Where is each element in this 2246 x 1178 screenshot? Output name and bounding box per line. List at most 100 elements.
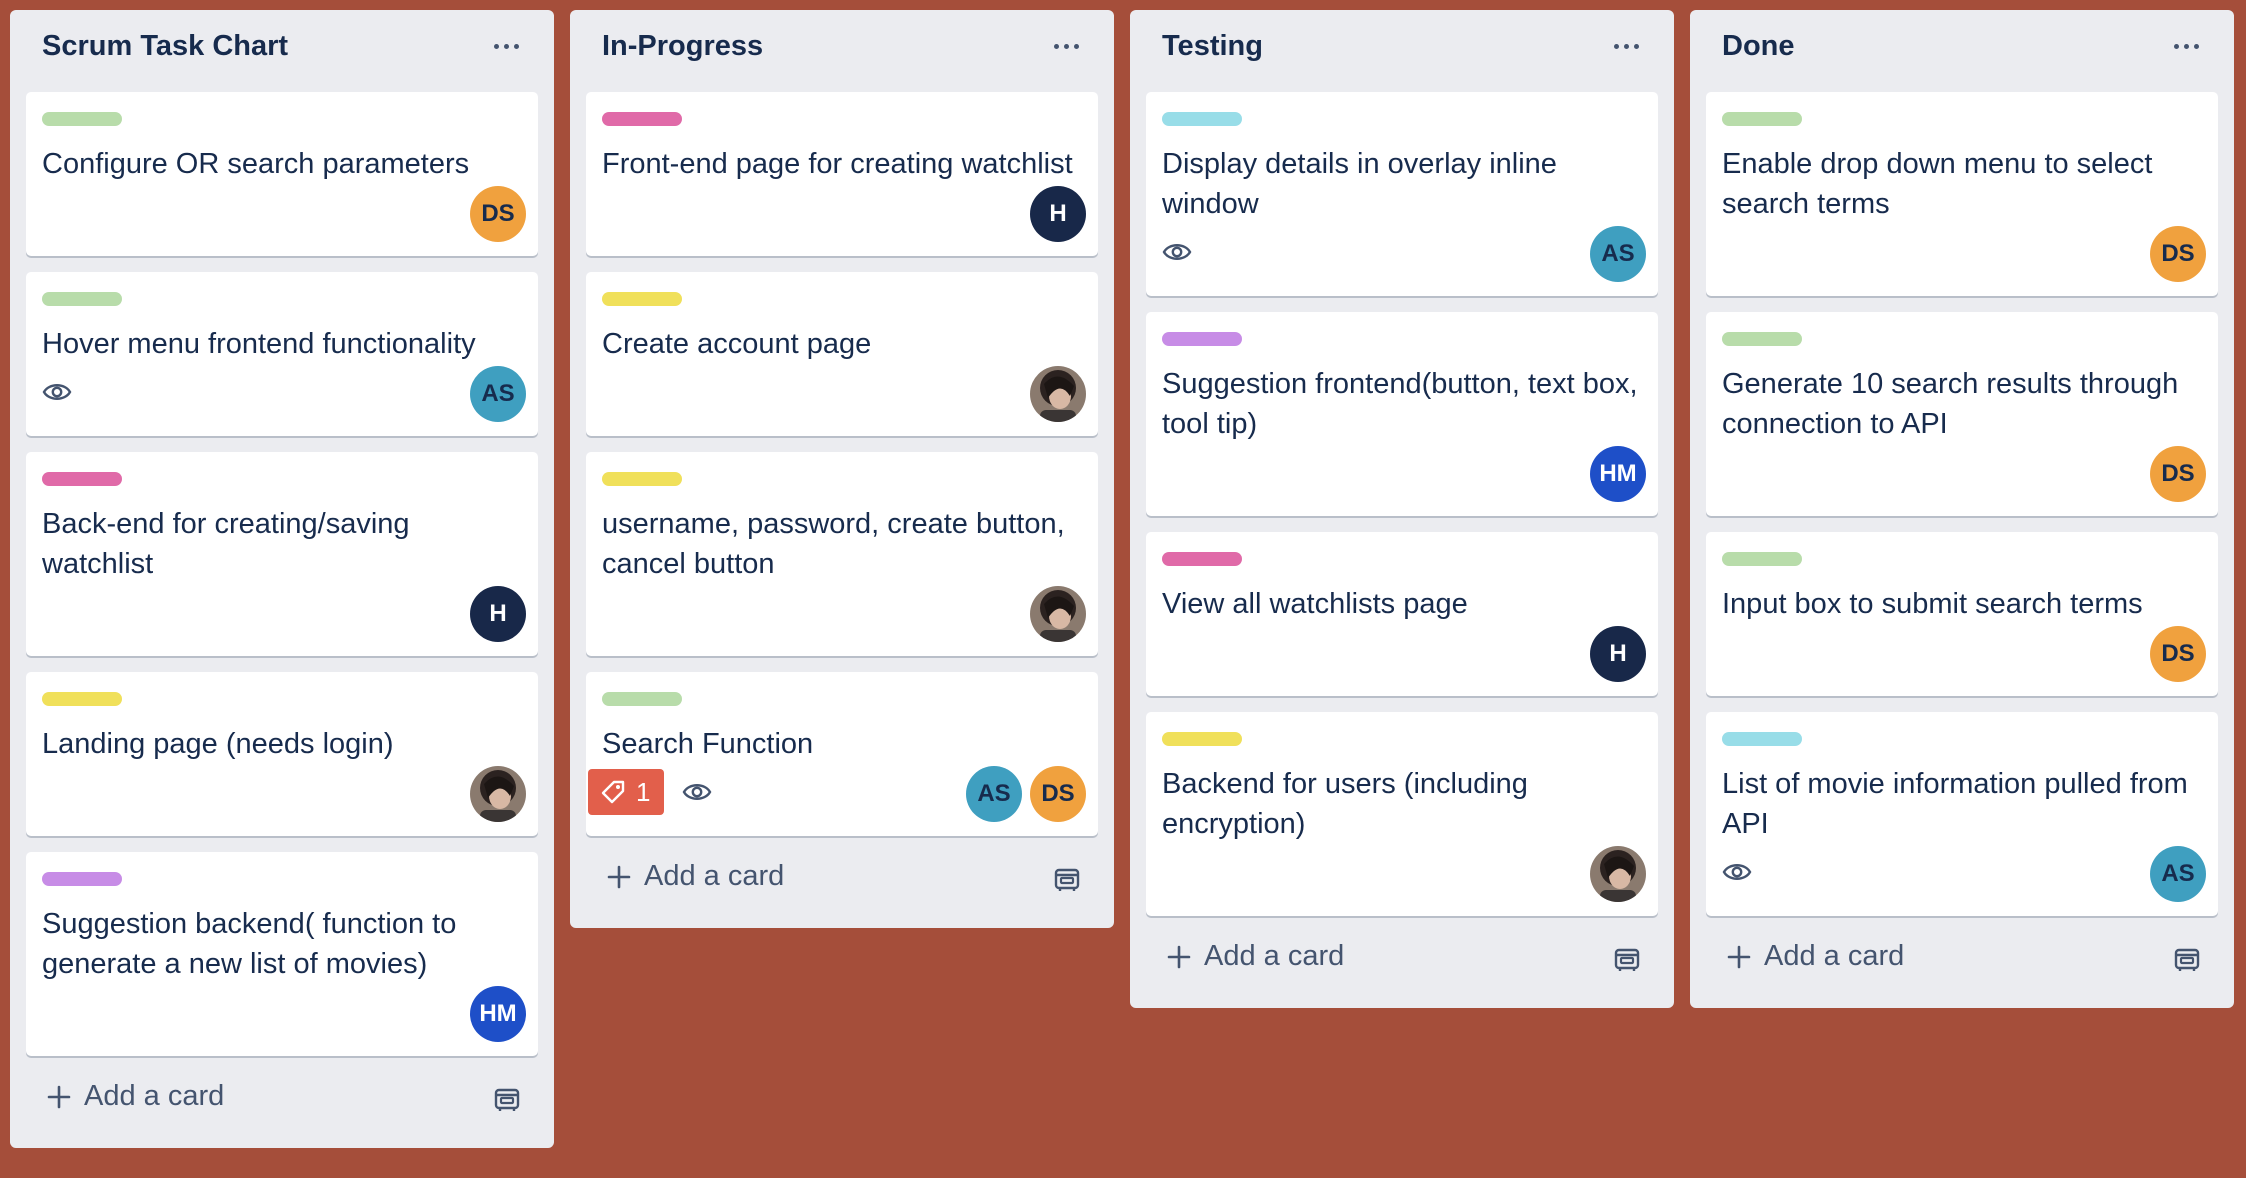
card[interactable]: Configure OR search parameters DS <box>26 92 538 256</box>
card-title: Create account page <box>602 328 872 360</box>
card-label[interactable] <box>602 112 682 126</box>
card-label[interactable] <box>42 872 122 886</box>
list-header: In-Progress <box>586 10 1098 92</box>
card-label[interactable] <box>1722 732 1802 746</box>
card[interactable]: Search Function 1 AS DS <box>586 672 1098 836</box>
list-testing: Testing Display details in overlay inline… <box>1130 10 1674 1008</box>
add-card-button[interactable]: Add a card <box>46 1080 224 1113</box>
card-title: Input box to submit search terms <box>1722 588 2143 620</box>
card-footer: DS <box>1722 446 2206 502</box>
list-menu-button[interactable] <box>484 28 528 64</box>
avatar[interactable]: AS <box>1590 226 1646 282</box>
board: Scrum Task Chart Configure OR search para… <box>0 0 2246 1178</box>
card-label[interactable] <box>1722 332 1802 346</box>
card[interactable]: View all watchlists page H <box>1146 532 1658 696</box>
avatar[interactable]: DS <box>2150 446 2206 502</box>
card-label[interactable] <box>42 112 122 126</box>
card[interactable]: Landing page (needs login) <box>26 672 538 836</box>
list-in-progress: In-Progress Front-end page for creating w… <box>570 10 1114 928</box>
card[interactable]: Hover menu frontend functionality AS <box>26 272 538 436</box>
card[interactable]: username, password, create button, cance… <box>586 452 1098 656</box>
card-label[interactable] <box>1162 552 1242 566</box>
card-footer: AS <box>1722 846 2206 902</box>
plus-icon <box>1167 945 1191 968</box>
card-members <box>1030 586 1086 642</box>
card-members: HM <box>470 986 526 1042</box>
avatar[interactable]: H <box>1590 626 1646 682</box>
avatar[interactable]: DS <box>2150 226 2206 282</box>
card-members: H <box>1590 626 1646 682</box>
card-list: Display details in overlay inline window… <box>1146 92 1658 916</box>
avatar[interactable] <box>1590 846 1646 902</box>
list-menu-button[interactable] <box>1044 28 1088 64</box>
card-list: Enable drop down menu to select search t… <box>1706 92 2218 916</box>
avatar[interactable]: H <box>470 586 526 642</box>
card-title: List of movie information pulled from AP… <box>1722 768 2188 840</box>
card-members: DS <box>470 186 526 242</box>
card-label[interactable] <box>42 292 122 306</box>
card-footer: DS <box>1722 226 2206 282</box>
list-title[interactable]: Testing <box>1162 30 1263 63</box>
card-members: DS <box>2150 446 2206 502</box>
card-list: Configure OR search parameters DS Hover me… <box>26 92 538 1056</box>
add-card-button[interactable]: Add a card <box>1726 940 1904 973</box>
avatar[interactable]: H <box>1030 186 1086 242</box>
card[interactable]: Enable drop down menu to select search t… <box>1706 92 2218 296</box>
card-label[interactable] <box>1162 332 1242 346</box>
list-title[interactable]: Done <box>1722 30 1795 63</box>
avatar[interactable]: DS <box>2150 626 2206 682</box>
list-title[interactable]: Scrum Task Chart <box>42 30 288 63</box>
card-label[interactable] <box>1722 552 1802 566</box>
list-header: Done <box>1706 10 2218 92</box>
card-label[interactable] <box>42 692 122 706</box>
list-menu-button[interactable] <box>1604 28 1648 64</box>
add-card-button[interactable]: Add a card <box>1166 940 1344 973</box>
card-label[interactable] <box>1162 732 1242 746</box>
card[interactable]: Back-end for creating/saving watchlist H <box>26 452 538 656</box>
avatar[interactable] <box>1030 586 1086 642</box>
card-label[interactable] <box>602 292 682 306</box>
card-label[interactable] <box>42 472 122 486</box>
list-title[interactable]: In-Progress <box>602 30 763 63</box>
card[interactable]: Front-end page for creating watchlist H <box>586 92 1098 256</box>
card[interactable]: Backend for users (including encryption) <box>1146 712 1658 916</box>
add-card-button[interactable]: Add a card <box>606 860 784 893</box>
card-footer: H <box>602 186 1086 242</box>
card[interactable]: Create account page <box>586 272 1098 436</box>
avatar[interactable]: DS <box>470 186 526 242</box>
card[interactable]: Suggestion backend( function to generate… <box>26 852 538 1056</box>
card[interactable]: Generate 10 search results through conne… <box>1706 312 2218 516</box>
tag-badge[interactable]: 1 <box>588 769 665 815</box>
avatar[interactable]: AS <box>470 366 526 422</box>
card-footer: DS <box>1722 626 2206 682</box>
card-footer: AS <box>1162 226 1646 282</box>
card-badges <box>42 368 72 416</box>
card[interactable]: Suggestion frontend(button, text box, to… <box>1146 312 1658 516</box>
card-badges: 1 <box>588 768 712 816</box>
card-label[interactable] <box>602 692 682 706</box>
card-title: Configure OR search parameters <box>42 148 470 180</box>
avatar[interactable] <box>470 766 526 822</box>
avatar[interactable]: HM <box>1590 446 1646 502</box>
card[interactable]: Display details in overlay inline window… <box>1146 92 1658 296</box>
card-title: Suggestion backend( function to generate… <box>42 908 457 980</box>
card-label[interactable] <box>1162 112 1242 126</box>
list-header: Scrum Task Chart <box>26 10 538 92</box>
card-label[interactable] <box>1722 112 1802 126</box>
avatar[interactable]: DS <box>1030 766 1086 822</box>
card-title: Backend for users (including encryption) <box>1162 768 1528 840</box>
card-title: View all watchlists page <box>1162 588 1468 620</box>
more-icon <box>1051 43 1081 49</box>
card-label[interactable] <box>602 472 682 486</box>
avatar[interactable]: HM <box>470 986 526 1042</box>
plus-icon <box>1727 945 1751 968</box>
card[interactable]: Input box to submit search terms DS <box>1706 532 2218 696</box>
avatar[interactable]: AS <box>966 766 1022 822</box>
avatar[interactable]: AS <box>2150 846 2206 902</box>
card-title: Search Function <box>602 728 814 760</box>
card-footer <box>1162 846 1646 902</box>
card-list: Front-end page for creating watchlist H Cr… <box>586 92 1098 836</box>
avatar[interactable] <box>1030 366 1086 422</box>
list-menu-button[interactable] <box>2164 28 2208 64</box>
card[interactable]: List of movie information pulled from AP… <box>1706 712 2218 916</box>
